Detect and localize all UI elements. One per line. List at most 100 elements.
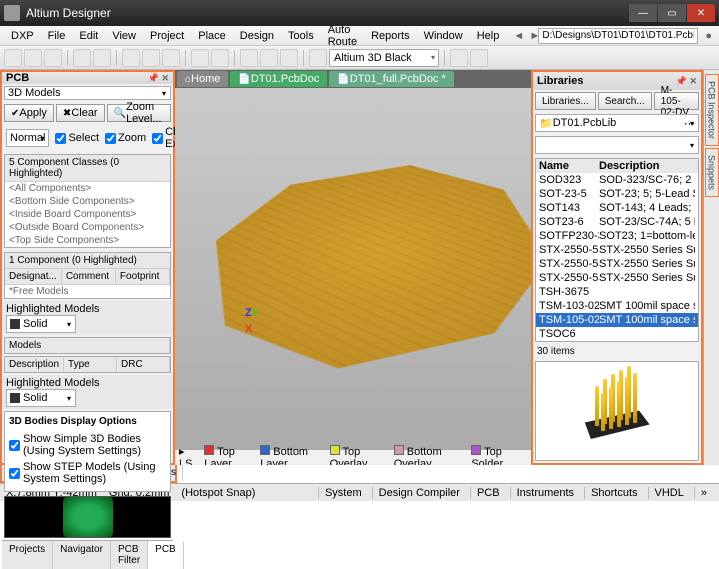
3d-canvas[interactable]: ⌂ Home 📄 DT01.PcbDoc 📄 DT01_full.PcbDoc … [175,70,719,465]
tab-doc1[interactable]: 📄 DT01.PcbDoc [230,71,327,87]
tb-open[interactable] [24,49,42,67]
menu-autoroute[interactable]: Auto Route [321,24,364,48]
menu-file[interactable]: File [41,30,73,42]
status-snap: (Hotspot Snap) [181,487,255,499]
menu-dxp[interactable]: DXP [4,30,41,42]
solid-combo-1[interactable]: Solid [6,315,76,333]
layer-top-overlay[interactable]: Top Overlay [330,445,386,465]
pcblib-combo[interactable]: 📁 DT01.PcbLib ⋯ [535,114,699,132]
tb-zoom-in[interactable] [142,49,160,67]
display-options: 3D Bodies Display Options Show Simple 3D… [4,411,171,492]
maximize-button[interactable]: ▭ [658,4,686,22]
tab-projects[interactable]: Projects [2,541,53,569]
layer-bottom-overlay[interactable]: Bottom Overlay [394,445,464,465]
menu-place[interactable]: Place [191,30,233,42]
tb-zoom-fit[interactable] [122,49,140,67]
nav-back-icon[interactable]: ◄ [506,30,522,42]
menu-project[interactable]: Project [143,30,191,42]
zoom-check[interactable]: Zoom [105,132,146,144]
zoom-level-button[interactable]: 🔍 Zoom Level... [107,104,171,122]
tb-copy[interactable] [260,49,278,67]
lib-row[interactable]: TSM-105-02-LSMT 100mil space smt [536,313,698,327]
tb-cut[interactable] [240,49,258,67]
menu-tools[interactable]: Tools [281,30,321,42]
tb-more1[interactable] [450,49,468,67]
tab-doc2[interactable]: 📄 DT01_full.PcbDoc * [329,71,453,87]
sys-instruments[interactable]: Instruments [510,487,580,499]
select-check[interactable]: Select [55,132,99,144]
pcb-preview[interactable] [4,496,171,538]
components-list[interactable]: 1 Component (0 Highlighted) Designat... … [4,252,171,299]
mode-combo[interactable]: 3D Models [4,86,171,100]
sys-compiler[interactable]: Design Compiler [372,487,466,499]
titlebar: Altium Designer — ▭ ✕ [0,0,719,26]
tb-undo[interactable] [191,49,209,67]
search-button[interactable]: Search... [598,92,652,110]
nav-fwd-icon[interactable]: ► [522,30,538,42]
menu-reports[interactable]: Reports [364,30,417,42]
tab-pcb-filter[interactable]: PCB Filter [111,541,148,569]
lib-row[interactable]: STX-2550-5NSTX-2550 Series Surface [536,271,698,285]
tb-print[interactable] [73,49,91,67]
theme-combo[interactable]: Altium 3D Black [329,49,439,67]
lib-row[interactable]: SOTFP230-3SOT23; 1=bottom-left; [536,229,698,243]
clear-button[interactable]: ✖ Clear [56,104,105,122]
tb-zoom-out[interactable] [162,49,180,67]
filter-field[interactable]: M-105-02-DV [654,92,699,110]
lib-row[interactable]: TSSOP14 [536,341,698,342]
menu-edit[interactable]: Edit [72,30,105,42]
layer-top[interactable]: Top Layer [204,445,252,465]
lib-filter-combo[interactable] [535,136,699,154]
minimize-button[interactable]: — [629,4,657,22]
layer-top-solder[interactable]: Top Solder [471,445,522,465]
lib-row[interactable]: STX-2550-5NSTX-2550 Series Surface [536,257,698,271]
lib-row[interactable]: TSOC6 [536,327,698,341]
sys-shortcuts[interactable]: Shortcuts [584,487,643,499]
lib-row[interactable]: TSM-103-02-LSMT 100mil space smt [536,299,698,313]
menu-help[interactable]: Help [470,30,507,42]
sys-pcb[interactable]: PCB [470,487,506,499]
lib-row[interactable]: TSH-3675 [536,285,698,299]
menu-view[interactable]: View [105,30,143,42]
pin-icon[interactable]: 📌 ✕ [148,73,169,84]
path-input[interactable] [538,28,698,44]
lib-preview[interactable] [535,361,699,461]
rail-pcb-inspector[interactable]: PCB Inspector [705,74,719,146]
menu-design[interactable]: Design [233,30,281,42]
lib-row[interactable]: SOT23-6SOT-23/SC-74A; 5 Leads [536,215,698,229]
menu-window[interactable]: Window [417,30,470,42]
tb-new[interactable] [4,49,22,67]
tb-paste[interactable] [280,49,298,67]
lib-row[interactable]: SOT143SOT-143; 4 Leads; Body [536,201,698,215]
axis-gizmo[interactable]: ZYX [245,303,259,335]
solid-combo-2[interactable]: Solid [6,389,76,407]
corner-arrow-icon[interactable]: » [694,487,713,499]
ls-label[interactable]: ▸ LS [179,445,196,465]
libraries-button[interactable]: Libraries... [535,92,596,110]
tab-navigator[interactable]: Navigator [53,541,111,569]
tb-redo[interactable] [211,49,229,67]
lib-list[interactable]: NameDescription SOD323SOD-323/SC-76; 2 L… [535,158,699,342]
normal-combo[interactable]: Normal [6,129,49,147]
rail-snippets[interactable]: Snippets [705,148,719,197]
show-3d-bodies-check[interactable] [9,440,20,451]
tb-run[interactable] [309,49,327,67]
nav-home-icon[interactable]: ⌂ [714,30,719,42]
apply-button[interactable]: ✔ Apply [4,104,54,122]
tb-save[interactable] [44,49,62,67]
nav-go-icon[interactable]: ● [698,30,714,42]
tab-pcb[interactable]: PCB [148,541,184,569]
close-button[interactable]: ✕ [687,4,715,22]
tb-more2[interactable] [470,49,488,67]
sys-system[interactable]: System [318,487,368,499]
tab-home[interactable]: ⌂ Home [177,71,228,87]
show-step-check[interactable] [9,468,20,479]
layer-bottom[interactable]: Bottom Layer [260,445,321,465]
tb-preview[interactable] [93,49,111,67]
lib-row[interactable]: STX-2550-5NSTX-2550 Series Surface [536,243,698,257]
lib-row[interactable]: SOD323SOD-323/SC-76; 2 Leads [536,173,698,187]
lib-row[interactable]: SOT-23-5SOT-23; 5; 5-Lead Small [536,187,698,201]
models-grid-header: Models [4,337,171,354]
sys-vhdl[interactable]: VHDL [648,487,690,499]
component-classes-list[interactable]: 5 Component Classes (0 Highlighted) <All… [4,154,171,248]
